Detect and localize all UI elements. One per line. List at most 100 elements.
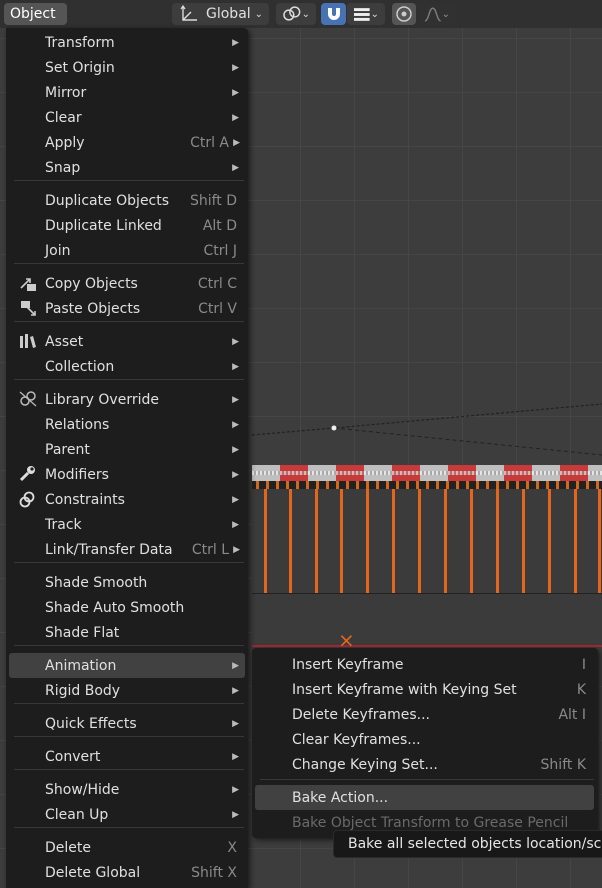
menu-item-library-override[interactable]: Library Override ▶ (9, 387, 245, 412)
menu-item-modifiers[interactable]: Modifiers ▶ (9, 462, 245, 487)
menu-item-label: Quick Effects (45, 715, 137, 732)
cursor-x-mark: ⨯ (338, 628, 355, 652)
submenu-item-insert-keyframe[interactable]: Insert Keyframe I (255, 652, 594, 677)
submenu-arrow-icon: ▶ (232, 112, 239, 123)
menu-item-shade-smooth[interactable]: Shade Smooth (9, 570, 245, 595)
menu-item-label: Library Override (45, 391, 159, 408)
paste-icon (21, 301, 36, 316)
chevron-down-icon: ⌄ (254, 8, 263, 20)
menu-item-delete-global[interactable]: Delete Global Shift X (9, 860, 245, 885)
menu-item-relations[interactable]: Relations ▶ (9, 412, 245, 437)
menu-item-asset[interactable]: Asset ▶ (9, 329, 245, 354)
orange-post (366, 489, 369, 593)
tooltip: Bake all selected objects location/scale (333, 830, 602, 858)
menu-item-set-origin[interactable]: Set Origin ▶ (9, 55, 245, 80)
menu-separator (14, 769, 244, 770)
submenu-item-bake-action[interactable]: Bake Action... (255, 785, 594, 810)
keyframe-row (252, 481, 602, 489)
orange-post (548, 489, 551, 593)
menu-item-clean-up[interactable]: Clean Up ▶ (9, 802, 245, 827)
menu-item-label: Parent (45, 441, 90, 458)
submenu-arrow-icon: ▶ (232, 444, 239, 455)
menu-item-delete[interactable]: Delete X (9, 835, 245, 860)
menu-item-label: Modifiers (45, 466, 109, 483)
menu-item-duplicate-linked[interactable]: Duplicate Linked Alt D (9, 213, 245, 238)
proportional-editing-button[interactable] (392, 3, 416, 25)
snap-target-dropdown[interactable]: ⌄ (347, 3, 385, 25)
submenu-item-delete-keyframes[interactable]: Delete Keyframes... Alt I (255, 702, 594, 727)
menu-item-shade-auto-smooth[interactable]: Shade Auto Smooth (9, 595, 245, 620)
orange-post (340, 489, 343, 593)
menu-item-apply[interactable]: Apply Ctrl A ▶ (9, 130, 245, 155)
snap-toggle-button[interactable] (321, 3, 346, 25)
orange-posts-area (252, 489, 602, 594)
menu-item-track[interactable]: Track ▶ (9, 512, 245, 537)
menu-item-show-hide[interactable]: Show/Hide ▶ (9, 777, 245, 802)
submenu-item-shortcut: Alt I (558, 706, 586, 723)
submenu-arrow-icon: ▶ (232, 685, 239, 696)
falloff-dropdown[interactable]: ⌄ (418, 3, 456, 25)
menu-item-shortcut: Ctrl V (198, 300, 237, 317)
menu-item-label: Collection (45, 358, 115, 375)
menu-item-snap[interactable]: Snap ▶ (9, 155, 245, 180)
menu-item-shortcut: Ctrl C (197, 275, 237, 292)
menu-item-constraints[interactable]: Constraints ▶ (9, 487, 245, 512)
menu-separator (14, 379, 244, 380)
constraint-icon (19, 491, 35, 508)
orange-post (496, 489, 499, 593)
menu-separator (14, 321, 244, 322)
asset-icon (20, 334, 36, 348)
submenu-item-label: Bake Object Transform to Grease Pencil (292, 814, 569, 831)
motion-path-curve (252, 403, 602, 456)
menu-item-quick-effects[interactable]: Quick Effects ▶ (9, 711, 245, 736)
submenu-item-label: Delete Keyframes... (292, 706, 430, 723)
menu-item-label: Duplicate Linked (45, 217, 162, 234)
transform-orientation-dropdown[interactable]: Global ⌄ (172, 3, 269, 25)
submenu-arrow-icon: ▶ (232, 469, 239, 480)
submenu-item-label: Bake Action... (292, 789, 389, 806)
submenu-arrow-icon: ▶ (232, 62, 239, 73)
menu-item-label: Delete Global (45, 864, 141, 881)
menu-item-label: Duplicate Objects (45, 192, 170, 209)
menu-separator (14, 263, 244, 264)
submenu-item-insert-keyframe-with-keying-set[interactable]: Insert Keyframe with Keying Set K (255, 677, 594, 702)
submenu-arrow-icon: ▶ (232, 162, 239, 173)
menu-item-collection[interactable]: Collection ▶ (9, 354, 245, 379)
menu-item-convert[interactable]: Convert ▶ (9, 744, 245, 769)
menu-separator (14, 562, 244, 563)
menu-item-join[interactable]: Join Ctrl J (9, 238, 245, 263)
menu-item-shortcut: Shift D (189, 192, 237, 209)
menu-separator (14, 736, 244, 737)
animation-submenu: Insert Keyframe I Insert Keyframe with Key… (252, 648, 598, 838)
menu-item-transform[interactable]: Transform ▶ (9, 30, 245, 55)
menu-item-rigid-body[interactable]: Rigid Body ▶ (9, 678, 245, 703)
submenu-arrow-icon: ▶ (233, 137, 240, 148)
menu-item-parent[interactable]: Parent ▶ (9, 437, 245, 462)
pivot-point-dropdown[interactable]: ⌄ (276, 3, 316, 25)
menu-item-label: Join (45, 242, 71, 259)
wrench-icon (19, 466, 35, 482)
submenu-arrow-icon: ▶ (232, 419, 239, 430)
menu-item-shade-flat[interactable]: Shade Flat (9, 620, 245, 645)
menu-item-shortcut: Ctrl A (190, 134, 229, 151)
orange-post (522, 489, 525, 593)
menu-separator (14, 827, 244, 828)
submenu-item-change-keying-set[interactable]: Change Keying Set... Shift K (255, 752, 594, 777)
submenu-arrow-icon: ▶ (232, 37, 239, 48)
menu-item-link-transfer-data[interactable]: Link/Transfer Data Ctrl L ▶ (9, 537, 245, 562)
menu-item-paste-objects[interactable]: Paste Objects Ctrl V (9, 296, 245, 321)
object-menu-button[interactable]: Object (4, 3, 67, 25)
submenu-item-shortcut: I (581, 656, 586, 673)
chevron-down-icon: ⌄ (441, 8, 450, 20)
submenu-item-clear-keyframes[interactable]: Clear Keyframes... (255, 727, 594, 752)
orange-post (264, 489, 267, 593)
link-icon (283, 6, 301, 21)
menu-item-clear[interactable]: Clear ▶ (9, 105, 245, 130)
menu-item-animation[interactable]: Animation ▶ (9, 653, 245, 678)
menu-item-label: Constraints (45, 491, 125, 508)
menu-item-shortcut: X (227, 839, 237, 856)
menu-item-mirror[interactable]: Mirror ▶ (9, 80, 245, 105)
menu-item-copy-objects[interactable]: Copy Objects Ctrl C (9, 271, 245, 296)
menu-item-duplicate-objects[interactable]: Duplicate Objects Shift D (9, 188, 245, 213)
menu-item-label: Mirror (45, 84, 87, 101)
